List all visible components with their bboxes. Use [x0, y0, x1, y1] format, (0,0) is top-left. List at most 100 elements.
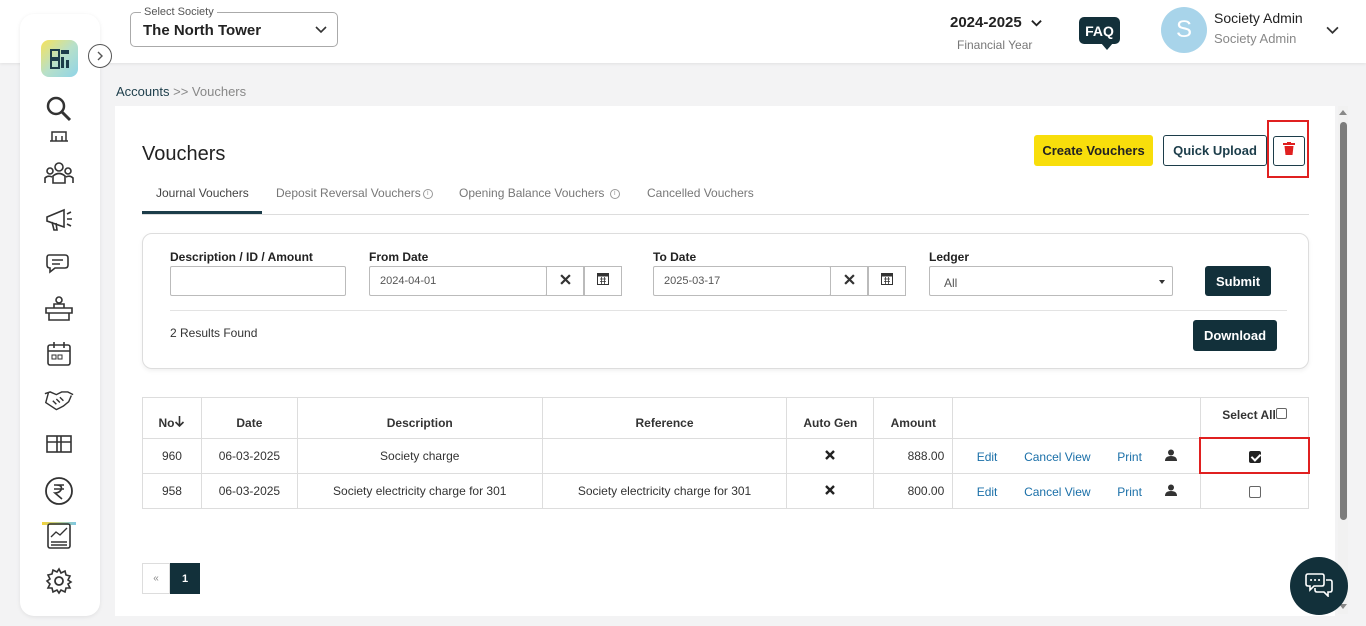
view-link[interactable]: View: [1065, 450, 1091, 464]
table-row: 958 06-03-2025 Society electricity charg…: [142, 473, 1309, 509]
print-link[interactable]: Print: [1117, 485, 1142, 499]
header-date: Date: [200, 397, 298, 439]
checkbox-highlight-box: [1199, 437, 1310, 474]
sort-arrow-down-icon[interactable]: [174, 416, 185, 430]
breadcrumb-accounts[interactable]: Accounts: [116, 84, 169, 99]
chevron-down-icon: [315, 22, 327, 40]
user-name: Society Admin: [1214, 10, 1303, 26]
avatar[interactable]: S: [1161, 7, 1207, 53]
quick-upload-button[interactable]: Quick Upload: [1163, 135, 1267, 166]
faq-button[interactable]: FAQ: [1079, 17, 1120, 50]
society-select-value: The North Tower: [143, 22, 262, 39]
clear-to-date-button[interactable]: [830, 266, 868, 296]
user-icon[interactable]: [1164, 449, 1177, 464]
description-input[interactable]: [170, 266, 346, 296]
to-date-input[interactable]: 2025-03-17: [653, 266, 831, 296]
cell-select: [1200, 473, 1309, 509]
edit-link[interactable]: Edit: [977, 485, 998, 499]
search-icon[interactable]: [44, 94, 74, 124]
cell-date: 06-03-2025: [200, 473, 298, 509]
helpdesk-icon[interactable]: [44, 294, 74, 324]
from-date-calendar-button[interactable]: [584, 266, 622, 296]
select-all-checkbox[interactable]: [1275, 408, 1287, 419]
row-checkbox[interactable]: [1248, 485, 1261, 498]
pagination-page-1[interactable]: 1: [170, 563, 200, 594]
breadcrumb-separator: >>: [173, 84, 189, 99]
user-role: Society Admin: [1214, 31, 1297, 46]
vouchers-table: No Date Description Reference Auto Gen A…: [142, 397, 1309, 509]
user-icon[interactable]: [1164, 484, 1177, 499]
cell-no: 960: [142, 438, 202, 474]
cell-date: 06-03-2025: [200, 438, 298, 474]
tab-label: Deposit Reversal Vouchers: [276, 186, 421, 200]
header-select-all: Select All: [1200, 397, 1309, 439]
society-select-label: Select Society: [141, 6, 217, 18]
cancel-link[interactable]: Cancel: [1024, 485, 1061, 499]
gear-icon[interactable]: [44, 566, 74, 596]
submit-button[interactable]: Submit: [1205, 266, 1271, 296]
view-link[interactable]: View: [1065, 485, 1091, 499]
header-auto-gen: Auto Gen: [786, 397, 875, 439]
scrollbar-thumb[interactable]: [1340, 122, 1347, 520]
user-menu-chevron-icon[interactable]: [1326, 23, 1339, 41]
tab-opening-balance-vouchers[interactable]: Opening Balance Vouchers i: [459, 186, 620, 200]
handshake-icon[interactable]: [44, 384, 74, 414]
sidebar-toggle-button[interactable]: [88, 44, 112, 68]
cell-reference: Society electricity charge for 301: [541, 473, 788, 509]
create-vouchers-button[interactable]: Create Vouchers: [1034, 135, 1153, 166]
header-reference: Reference: [541, 397, 788, 439]
info-icon: i: [422, 188, 433, 199]
tab-cancelled-vouchers[interactable]: Cancelled Vouchers: [647, 186, 754, 200]
financial-year-select[interactable]: 2024-2025: [950, 14, 1022, 31]
tab-label: Opening Balance Vouchers: [459, 186, 605, 200]
pagination-prev-button[interactable]: «: [142, 563, 170, 594]
scroll-up-arrow-icon[interactable]: [1339, 110, 1347, 115]
to-date-calendar-button[interactable]: [868, 266, 906, 296]
header-description: Description: [296, 397, 543, 439]
clear-from-date-button[interactable]: [546, 266, 584, 296]
calendar-icon: [597, 272, 609, 290]
tab-deposit-reversal-vouchers[interactable]: Deposit Reversal Vouchers i: [276, 186, 433, 200]
active-tab-indicator: [142, 211, 262, 214]
cross-icon: [825, 449, 836, 463]
announcement-icon[interactable]: [44, 204, 74, 234]
chevron-down-icon[interactable]: [1031, 15, 1042, 33]
header-no[interactable]: No: [142, 397, 202, 439]
edit-link[interactable]: Edit: [977, 450, 998, 464]
cell-actions: Edit Cancel View Print: [952, 473, 1202, 509]
tab-journal-vouchers[interactable]: Journal Vouchers: [156, 186, 249, 200]
cancel-link[interactable]: Cancel: [1024, 450, 1061, 464]
society-select[interactable]: Select Society The North Tower: [130, 6, 338, 47]
cell-amount: 888.00: [873, 438, 954, 474]
to-date-label: To Date: [653, 250, 697, 264]
sidebar: [20, 14, 112, 616]
ledger-select-value: All: [944, 276, 958, 290]
cell-no: 958: [142, 473, 202, 509]
download-button[interactable]: Download: [1193, 320, 1277, 351]
info-icon: i: [609, 188, 620, 199]
from-date-label: From Date: [369, 250, 429, 264]
ledger-select[interactable]: All: [929, 266, 1173, 296]
filter-divider: [170, 310, 1287, 311]
cell-actions: Edit Cancel View Print: [952, 438, 1202, 474]
top-bar: Select Society The North Tower 2024-2025…: [0, 0, 1366, 63]
inventory-icon[interactable]: [44, 429, 74, 459]
calendar-icon[interactable]: [44, 339, 74, 369]
cell-description: Society charge: [296, 438, 543, 474]
print-link[interactable]: Print: [1117, 450, 1142, 464]
reports-icon[interactable]: [44, 521, 74, 551]
from-date-input[interactable]: 2024-04-01: [369, 266, 547, 296]
accounts-rupee-icon[interactable]: [44, 476, 74, 506]
chat-support-button[interactable]: [1290, 557, 1348, 615]
header-actions: [952, 397, 1202, 439]
results-count: 2 Results Found: [170, 326, 258, 340]
cell-description: Society electricity charge for 301: [296, 473, 543, 509]
ledger-label: Ledger: [929, 250, 970, 264]
app-logo[interactable]: [41, 40, 78, 77]
community-icon[interactable]: [44, 159, 74, 189]
close-icon: [559, 272, 571, 290]
cell-auto-gen: [786, 438, 875, 474]
header-amount: Amount: [873, 397, 954, 439]
building-icon[interactable]: [44, 128, 74, 142]
chat-icon[interactable]: [44, 249, 74, 279]
